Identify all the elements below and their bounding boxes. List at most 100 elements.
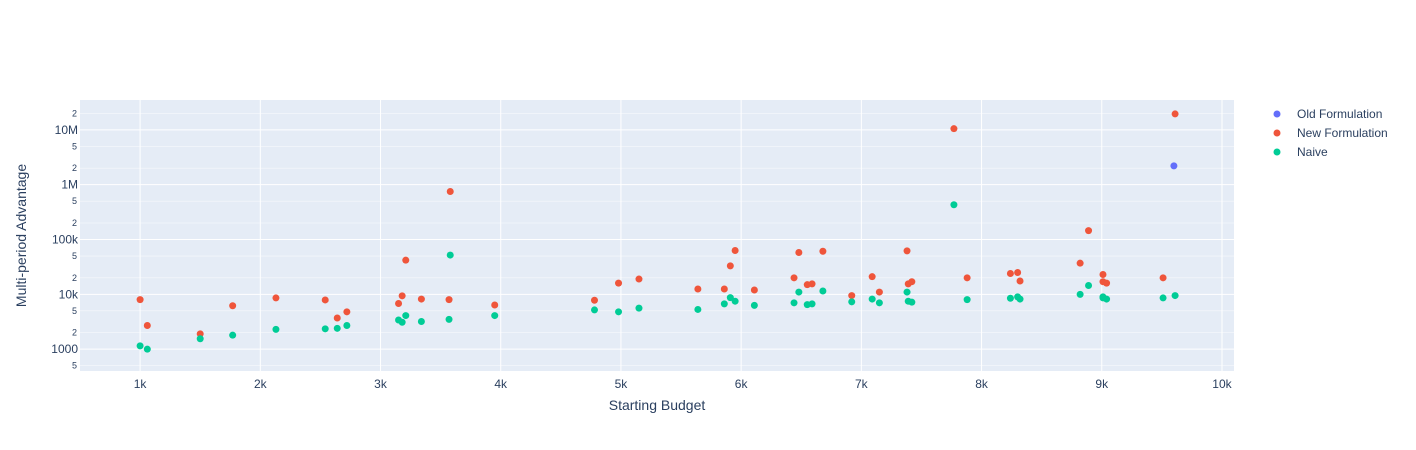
data-point-naive[interactable] — [196, 335, 204, 343]
data-point-new-formulation[interactable] — [343, 308, 351, 316]
data-point-new-formulation[interactable] — [635, 275, 643, 283]
data-point-new-formulation[interactable] — [417, 295, 425, 303]
data-point-new-formulation[interactable] — [321, 296, 329, 304]
data-point-new-formulation[interactable] — [590, 296, 598, 304]
data-point-new-formulation[interactable] — [445, 296, 453, 304]
data-point-naive[interactable] — [819, 287, 827, 295]
data-point-new-formulation[interactable] — [694, 285, 702, 293]
data-point-naive[interactable] — [402, 312, 410, 320]
y-minor-tick-label: 5 — [72, 251, 77, 261]
data-point-new-formulation[interactable] — [143, 322, 151, 330]
data-point-naive[interactable] — [1076, 290, 1084, 298]
data-point-naive[interactable] — [720, 300, 728, 308]
data-point-new-formulation[interactable] — [402, 256, 410, 264]
data-point-new-formulation[interactable] — [1103, 279, 1111, 287]
data-point-naive[interactable] — [417, 317, 425, 325]
data-point-naive[interactable] — [908, 298, 916, 306]
data-point-naive[interactable] — [868, 295, 876, 303]
data-point-naive[interactable] — [445, 315, 453, 323]
x-tick-label: 7k — [855, 377, 869, 391]
data-point-naive[interactable] — [790, 299, 798, 307]
y-minor-tick-label: 2 — [72, 108, 77, 118]
data-point-naive[interactable] — [136, 342, 144, 350]
data-point-naive[interactable] — [1159, 294, 1167, 302]
data-point-new-formulation[interactable] — [615, 279, 623, 287]
data-point-new-formulation[interactable] — [491, 301, 499, 309]
data-point-naive[interactable] — [491, 312, 499, 320]
x-tick-label: 5k — [615, 377, 629, 391]
data-point-naive[interactable] — [398, 318, 406, 326]
data-point-new-formulation[interactable] — [272, 294, 280, 302]
data-point-naive[interactable] — [950, 201, 958, 209]
data-point-naive[interactable] — [750, 301, 758, 309]
data-point-new-formulation[interactable] — [1076, 259, 1084, 267]
data-point-naive[interactable] — [808, 300, 816, 308]
data-point-new-formulation[interactable] — [136, 296, 144, 304]
data-point-new-formulation[interactable] — [1159, 274, 1167, 282]
data-point-naive[interactable] — [590, 306, 598, 314]
data-point-new-formulation[interactable] — [908, 278, 916, 286]
data-point-new-formulation[interactable] — [750, 286, 758, 294]
data-point-naive[interactable] — [343, 322, 351, 330]
legend-item-new-formulation[interactable]: New Formulation — [1273, 126, 1388, 140]
data-point-naive[interactable] — [875, 299, 883, 307]
data-point-naive[interactable] — [731, 297, 739, 305]
x-axis-title: Starting Budget — [609, 397, 706, 413]
data-point-naive[interactable] — [1016, 295, 1024, 303]
data-point-new-formulation[interactable] — [903, 247, 911, 255]
data-point-new-formulation[interactable] — [1085, 227, 1093, 235]
data-point-naive[interactable] — [1171, 292, 1179, 300]
data-point-new-formulation[interactable] — [848, 292, 856, 300]
data-point-naive[interactable] — [1006, 294, 1014, 302]
data-point-new-formulation[interactable] — [963, 274, 971, 282]
data-point-naive[interactable] — [321, 325, 329, 333]
data-point-naive[interactable] — [694, 305, 702, 313]
legend-item-old-formulation[interactable]: Old Formulation — [1273, 107, 1383, 121]
x-tick-labels: 1k 2k 3k 4k 5k 6k 7k 8k 9k 10k — [134, 377, 1233, 391]
data-point-new-formulation[interactable] — [395, 300, 403, 308]
data-point-new-formulation[interactable] — [731, 247, 739, 255]
x-tick-label: 1k — [134, 377, 148, 391]
data-point-new-formulation[interactable] — [795, 248, 803, 256]
legend-item-naive[interactable]: Naive — [1273, 145, 1329, 159]
data-point-new-formulation[interactable] — [808, 280, 816, 288]
data-point-new-formulation[interactable] — [950, 125, 958, 133]
data-point-new-formulation[interactable] — [1006, 269, 1014, 277]
x-tick-label: 8k — [975, 377, 989, 391]
data-point-new-formulation[interactable] — [720, 285, 728, 293]
data-point-naive[interactable] — [446, 251, 454, 259]
data-point-new-formulation[interactable] — [1014, 269, 1022, 277]
data-point-naive[interactable] — [963, 296, 971, 304]
data-point-new-formulation[interactable] — [229, 302, 237, 310]
data-point-naive[interactable] — [1085, 281, 1093, 289]
y-tick-label: 100k — [52, 233, 79, 247]
data-point-new-formulation[interactable] — [875, 288, 883, 296]
data-point-naive[interactable] — [272, 325, 280, 333]
data-point-new-formulation[interactable] — [333, 314, 341, 322]
y-minor-tick-label: 2 — [72, 218, 77, 228]
data-point-naive[interactable] — [615, 308, 623, 316]
data-point-naive[interactable] — [795, 288, 803, 296]
data-point-new-formulation[interactable] — [446, 188, 454, 196]
data-point-new-formulation[interactable] — [1099, 271, 1107, 279]
data-point-naive[interactable] — [848, 298, 856, 306]
data-point-naive[interactable] — [903, 288, 911, 296]
data-point-new-formulation[interactable] — [868, 273, 876, 281]
data-point-new-formulation[interactable] — [1016, 277, 1024, 285]
legend[interactable]: Old Formulation New Formulation Naive — [1273, 107, 1388, 159]
data-point-naive[interactable] — [229, 331, 237, 339]
y-tick-label: 1M — [61, 178, 78, 192]
data-point-old-formulation[interactable] — [1170, 162, 1178, 170]
y-minor-tick-label: 2 — [72, 163, 77, 173]
data-point-naive[interactable] — [635, 304, 643, 312]
data-point-naive[interactable] — [143, 345, 151, 353]
x-tick-label: 2k — [254, 377, 268, 391]
legend-marker — [1273, 148, 1281, 156]
data-point-new-formulation[interactable] — [819, 247, 827, 255]
data-point-new-formulation[interactable] — [1171, 110, 1179, 118]
data-point-new-formulation[interactable] — [398, 292, 406, 300]
data-point-new-formulation[interactable] — [726, 262, 734, 270]
data-point-new-formulation[interactable] — [790, 274, 798, 282]
data-point-naive[interactable] — [333, 324, 341, 332]
data-point-naive[interactable] — [1103, 295, 1111, 303]
